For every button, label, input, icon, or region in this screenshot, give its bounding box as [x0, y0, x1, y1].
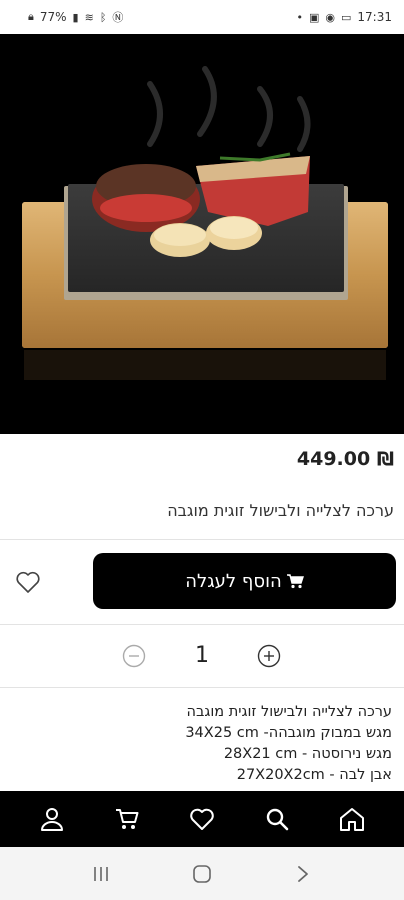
home-icon	[340, 808, 365, 831]
bluetooth-icon: ᛒ	[99, 10, 107, 24]
back-button[interactable]	[283, 854, 323, 894]
product-illustration	[22, 66, 388, 380]
search-icon	[266, 808, 289, 831]
home-square-icon	[193, 864, 211, 883]
add-to-cart-button[interactable]: הוסף לעגלה	[93, 553, 396, 609]
product-description: ערכה לצלייה ולבישול זוגית מוגבה מגש במבו…	[185, 702, 392, 786]
product-price: ₪ 449.00	[296, 448, 394, 470]
recent-apps-icon	[93, 866, 108, 881]
nav-cart[interactable]	[105, 797, 149, 841]
quantity-decrease-button[interactable]	[122, 644, 146, 668]
wifi-icon: ≋	[84, 10, 94, 24]
lock-icon: 🔒︎	[28, 10, 34, 23]
battery-percent: 77%	[39, 10, 67, 24]
nav-account[interactable]	[30, 797, 74, 841]
nav-home[interactable]	[330, 797, 374, 841]
wishlist-button[interactable]	[12, 566, 44, 598]
cart-icon	[115, 809, 139, 829]
add-to-cart-label: הוסף לעגלה	[185, 570, 282, 592]
status-left: 🔒︎ 77% ▮ ≋ ᛒ Ⓝ	[28, 9, 123, 25]
divider	[0, 539, 404, 540]
divider	[0, 624, 404, 625]
status-bar: 🔒︎ 77% ▮ ≋ ᛒ Ⓝ • ▣ ◉ ▭ 17:31	[0, 0, 404, 34]
heart-outline-icon	[16, 571, 40, 593]
home-button[interactable]	[182, 854, 222, 894]
account-icon	[40, 808, 63, 831]
heart-icon	[190, 808, 214, 830]
nav-wishlist[interactable]	[180, 797, 224, 841]
description-line: מגש נירוסטה - 28X21 cm	[223, 746, 392, 762]
plus-circle-icon	[257, 644, 281, 668]
divider	[0, 687, 404, 688]
description-line: אבן לבה - 27X20X2cm	[236, 767, 392, 783]
dot-icon: •	[296, 10, 303, 24]
signal-icon: ▮	[72, 10, 79, 24]
status-right: • ▣ ◉ ▭ 17:31	[296, 10, 392, 24]
product-image[interactable]	[0, 34, 404, 434]
cart-icon	[286, 574, 304, 589]
description-line: מגש במבוק מוגבהה- 34X25 cm	[185, 725, 392, 741]
app-icon: ◉	[325, 10, 335, 24]
product-title: ערכה לצלייה ולבישול זוגית מוגבה	[167, 501, 394, 520]
minus-circle-icon	[122, 644, 146, 668]
nfc-icon: Ⓝ	[112, 11, 124, 24]
bottom-navigation	[0, 791, 404, 847]
system-navigation-bar	[0, 847, 404, 900]
notification-icon: ▣	[308, 10, 320, 24]
description-line: ערכה לצלייה ולבישול זוגית מוגבה	[186, 704, 392, 720]
quantity-increase-button[interactable]	[257, 644, 281, 668]
clock: 17:31	[357, 10, 392, 24]
battery-icon: ▭	[341, 10, 352, 24]
quantity-value: 1	[195, 643, 209, 668]
recent-apps-button[interactable]	[81, 854, 121, 894]
nav-search[interactable]	[255, 797, 299, 841]
chevron-right-icon	[298, 865, 309, 882]
